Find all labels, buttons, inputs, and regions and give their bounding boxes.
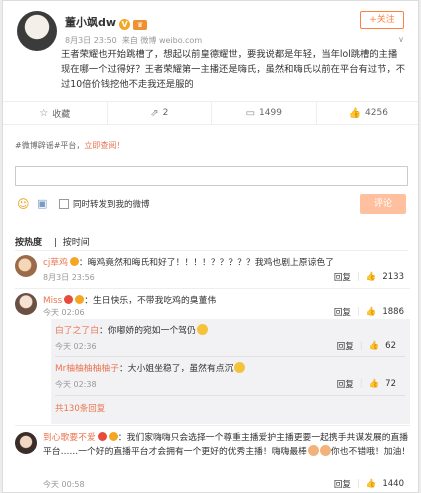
like-icon[interactable]: 👍 bbox=[366, 479, 377, 489]
star-icon: ☆ bbox=[39, 107, 49, 119]
comment-body: ：晦鸡竟然和晦氏和好了！！！！？？？？？我鸡也剧上原谅色了 bbox=[78, 258, 334, 268]
reply-like-count: 62 bbox=[385, 341, 396, 351]
more-replies-link[interactable]: 共130条回复 bbox=[55, 402, 105, 414]
favorite-button[interactable]: ☆ 收藏 bbox=[3, 102, 108, 124]
comment-time: 8月3日 23:56 bbox=[43, 273, 95, 282]
like-icon[interactable]: 👍 bbox=[369, 379, 380, 389]
like-icon[interactable]: 👍 bbox=[369, 341, 380, 351]
rumor-notice-link[interactable]: 立即查阅！ bbox=[84, 141, 124, 150]
reply-body: ：你嘟娇的宛如一个驾仍 bbox=[99, 326, 196, 336]
repost-label: 同时转发到我的微博 bbox=[73, 200, 150, 210]
separator: | bbox=[356, 307, 360, 317]
reply-like-count: 72 bbox=[385, 379, 396, 389]
replier-name[interactable]: Mr柚柚柚柚柚子 bbox=[55, 364, 119, 374]
reply-body: ：大小姐坐稳了，虽然有点沉 bbox=[119, 364, 234, 374]
thumbs-up-emoji-icon bbox=[307, 445, 319, 456]
smile-emoji-icon bbox=[196, 324, 208, 335]
comment-text: cj草鸡 ：晦鸡竟然和晦氏和好了！！！！？？？？？我鸡也剧上原谅色了 bbox=[43, 256, 413, 270]
comment-text: 到心歌要不爱 ：我们家嗨嗨只会选择一个尊重主播爱护主播更要一起携手共谋发展的直播平… bbox=[43, 431, 411, 459]
follow-button[interactable]: +关注 bbox=[360, 11, 404, 29]
comment-actions: 回复 | 👍 1886 bbox=[334, 306, 404, 318]
sort-by-hot[interactable]: 按热度 bbox=[15, 238, 42, 248]
submit-comment-button[interactable]: 评论 bbox=[360, 194, 406, 214]
reply-time: 今天 02:36 bbox=[55, 342, 97, 351]
reply-button[interactable]: 回复 bbox=[334, 306, 351, 318]
comment-button[interactable]: ▭ 1499 bbox=[212, 102, 317, 124]
reply-text: Mr柚柚柚柚柚子：大小姐坐稳了，虽然有点沉 bbox=[55, 362, 405, 376]
comment-body: ：生日快乐，不带我吃鸡的臭董伟 bbox=[84, 296, 217, 306]
like-count: 4256 bbox=[365, 108, 388, 118]
favorite-label: 收藏 bbox=[52, 109, 71, 120]
post-meta: 8月3日 23:50 来自 微博 weibo.com bbox=[65, 35, 202, 46]
reply-time: 今天 02:38 bbox=[55, 380, 97, 389]
reply-actions: 回复 | 👍 72 bbox=[337, 378, 396, 390]
reply-button[interactable]: 回复 bbox=[334, 478, 351, 490]
reply-actions: 回复 | 👍 62 bbox=[337, 340, 396, 352]
commenter-name[interactable]: Miss bbox=[43, 296, 62, 306]
vip-badge-icon bbox=[64, 295, 74, 304]
comment-time: 今天 02:06 bbox=[43, 308, 85, 317]
comment-body-suffix: 你也不错哦！加油！ bbox=[330, 447, 411, 457]
author-avatar[interactable] bbox=[17, 11, 57, 51]
separator: | bbox=[359, 379, 363, 389]
comment-input[interactable] bbox=[15, 166, 408, 186]
reply-button[interactable]: 回复 bbox=[337, 340, 354, 352]
like-icon[interactable]: 👍 bbox=[366, 272, 377, 282]
chevron-down-icon[interactable]: ∨ bbox=[398, 35, 404, 44]
separator: | bbox=[356, 272, 360, 282]
share-icon: ⇗ bbox=[150, 107, 159, 119]
separator: | bbox=[356, 479, 360, 489]
repost-checkbox[interactable] bbox=[59, 199, 69, 209]
commenter-avatar[interactable] bbox=[15, 255, 37, 277]
image-icon[interactable]: ▣ bbox=[37, 197, 47, 210]
comment-actions: 回复 | 👍 1440 bbox=[334, 478, 404, 490]
author-name-text[interactable]: 董小飒dw bbox=[65, 16, 116, 29]
divider bbox=[55, 356, 405, 357]
member-badge-icon bbox=[108, 432, 118, 441]
comment-like-count: 1886 bbox=[382, 307, 404, 317]
divider bbox=[15, 425, 410, 426]
emoji-icon[interactable]: ☺ bbox=[17, 197, 30, 211]
like-icon: 👍 bbox=[348, 107, 362, 119]
commenter-name[interactable]: 到心歌要不爱 bbox=[43, 433, 96, 443]
vip-badge-icon bbox=[97, 432, 107, 441]
comment-like-count: 2133 bbox=[382, 272, 404, 282]
comment-actions: 回复 | 👍 2133 bbox=[334, 271, 404, 283]
member-crown-icon: ♛ bbox=[133, 20, 148, 30]
commenter-name[interactable]: cj草鸡 bbox=[43, 258, 68, 268]
post-source: 来自 微博 weibo.com bbox=[121, 36, 203, 45]
comment-time: 今天 00:58 bbox=[43, 480, 85, 489]
author-name[interactable]: 董小飒dw V ♛ bbox=[65, 14, 148, 30]
share-count: 2 bbox=[162, 108, 169, 118]
divider bbox=[15, 250, 408, 251]
comment-icon: ▭ bbox=[245, 107, 256, 119]
commenter-avatar[interactable] bbox=[15, 293, 37, 315]
thumbs-up-emoji-icon bbox=[319, 445, 331, 456]
reply-button[interactable]: 回复 bbox=[337, 378, 354, 390]
commenter-avatar[interactable] bbox=[15, 432, 37, 454]
divider bbox=[15, 288, 410, 289]
separator: | bbox=[359, 341, 363, 351]
replier-name[interactable]: 白了之了白 bbox=[55, 326, 99, 336]
sort-by-time[interactable]: 按时间 bbox=[63, 238, 90, 248]
comment-sort: 按热度 | 按时间 bbox=[15, 238, 90, 248]
weibo-post-card: 董小飒dw V ♛ 8月3日 23:50 来自 微博 weibo.com +关注 ∨… bbox=[2, 0, 419, 493]
post-time[interactable]: 8月3日 23:50 bbox=[65, 36, 117, 45]
comment-like-count: 1440 bbox=[382, 479, 404, 489]
post-text: 王者荣耀也开始跳槽了，想起以前皇德耀世，要我说都是年轻，当年lol跳槽的主播现在… bbox=[61, 49, 405, 90]
verified-icon: V bbox=[119, 19, 131, 30]
rumor-notice: #微博辟谣#平台，立即查阅！ bbox=[15, 140, 124, 151]
reply-button[interactable]: 回复 bbox=[334, 271, 351, 283]
rumor-notice-text: #微博辟谣#平台， bbox=[15, 141, 85, 150]
member-badge-icon bbox=[75, 295, 85, 304]
like-icon[interactable]: 👍 bbox=[366, 307, 377, 317]
like-button[interactable]: 👍 4256 bbox=[317, 102, 419, 124]
reply-text: 白了之了白：你嘟娇的宛如一个驾仍 bbox=[55, 324, 405, 338]
vip-badge-icon bbox=[69, 257, 79, 266]
comment-count: 1499 bbox=[259, 108, 282, 118]
share-button[interactable]: ⇗ 2 bbox=[108, 102, 212, 124]
smile-emoji-icon bbox=[234, 362, 246, 373]
divider bbox=[55, 395, 405, 396]
action-bar: ☆ 收藏 ⇗ 2 ▭ 1499 👍 4256 bbox=[3, 101, 419, 125]
